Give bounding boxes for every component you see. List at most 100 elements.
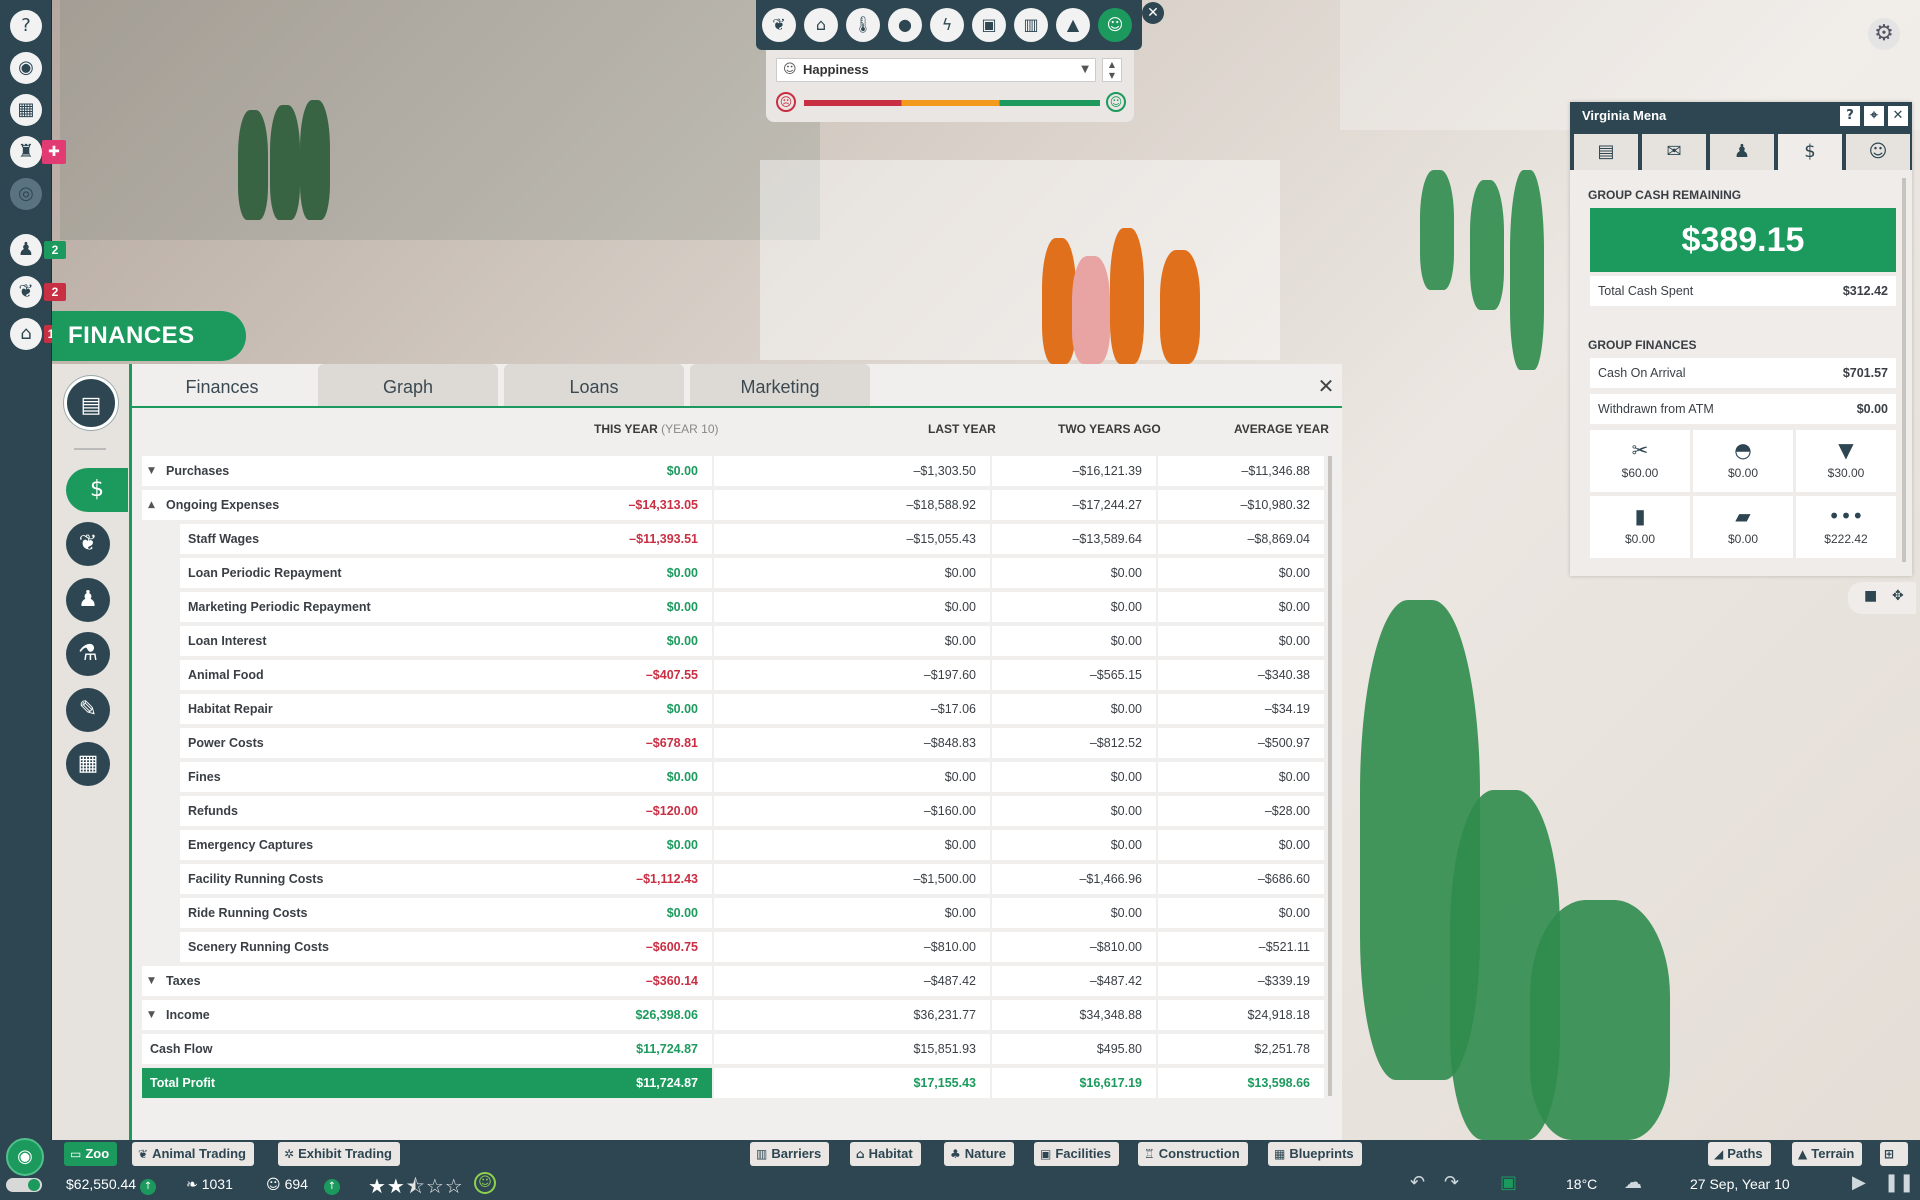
tab-info-clipboard-icon[interactable]: ▤ bbox=[1574, 134, 1638, 170]
help-icon[interactable]: ? bbox=[10, 10, 42, 42]
locate-pin-icon[interactable]: ⌖ bbox=[1864, 106, 1884, 126]
overlay-close-icon[interactable]: ✕ bbox=[1142, 2, 1164, 24]
calendar-icon[interactable]: ▦ bbox=[10, 94, 42, 126]
facility-icon[interactable]: ▣ bbox=[972, 8, 1006, 42]
construction-label: Construction bbox=[1158, 1146, 1240, 1161]
two-years-ago-value: $0.00 bbox=[992, 898, 1156, 928]
construction-tab[interactable]: ♖ Construction bbox=[1138, 1142, 1248, 1166]
help-icon[interactable]: ? bbox=[1840, 106, 1860, 126]
total-spent-row: Total Cash Spent $312.42 bbox=[1590, 276, 1896, 306]
blueprints-tab[interactable]: ▦ Blueprints bbox=[1268, 1142, 1362, 1166]
paths-tab[interactable]: ◢ Paths bbox=[1708, 1142, 1771, 1166]
wrench-icon[interactable]: ✎ bbox=[66, 688, 110, 732]
education-icon[interactable]: ▲ bbox=[1056, 8, 1090, 42]
eye-icon[interactable]: ◎ bbox=[10, 178, 42, 210]
finances-icon[interactable]: $ bbox=[66, 468, 128, 512]
table-row: Loan Interest $0.00 $0.00 $0.00 $0.00 bbox=[142, 624, 1324, 658]
camera-icon[interactable]: ■ bbox=[1864, 588, 1877, 604]
shelter-icon[interactable]: ⌂ bbox=[804, 8, 838, 42]
table-row: Loan Periodic Repayment $0.00 $0.00 $0.00… bbox=[142, 556, 1324, 590]
gift-icon[interactable]: ✚ bbox=[42, 140, 66, 164]
thermometer-icon[interactable]: 🌡 bbox=[846, 8, 880, 42]
this-year-value: $26,398.06 bbox=[635, 1008, 698, 1022]
average-year-value: –$340.38 bbox=[1158, 660, 1324, 690]
exhibit-trading-tab[interactable]: ✲ Exhibit Trading bbox=[278, 1142, 400, 1166]
trophy-icon[interactable]: ♜ bbox=[10, 136, 42, 168]
overlay-dropdown[interactable]: ☺ Happiness ▼ bbox=[776, 58, 1096, 82]
grid-tab[interactable]: ⊞ bbox=[1880, 1142, 1908, 1166]
tab-thoughts-icon[interactable]: ✉ bbox=[1642, 134, 1706, 170]
spend-value: $222.42 bbox=[1824, 532, 1868, 546]
lightning-icon[interactable]: ϟ bbox=[930, 8, 964, 42]
pause-icon[interactable]: ❚❚ bbox=[1884, 1172, 1914, 1193]
table-row[interactable]: ▼ Income $26,398.06 $36,231.77 $34,348.88 … bbox=[142, 998, 1324, 1032]
facilities-tab[interactable]: ▣ Facilities bbox=[1034, 1142, 1119, 1166]
animal-alert-icon[interactable]: ❦ bbox=[10, 276, 42, 308]
animal-trading-tab[interactable]: ❦ Animal Trading bbox=[132, 1142, 254, 1166]
habitat-alert-icon[interactable]: ⌂ bbox=[10, 318, 42, 350]
last-year-value: $0.00 bbox=[714, 898, 990, 928]
paw-icon[interactable]: ❦ bbox=[762, 8, 796, 42]
spend-value: $30.00 bbox=[1827, 466, 1865, 480]
last-year-value: –$160.00 bbox=[714, 796, 990, 826]
overlay-stepper[interactable]: ▲ ▼ bbox=[1102, 58, 1122, 82]
cash-on-arrival-label: Cash On Arrival bbox=[1598, 366, 1686, 380]
table-row[interactable]: ▼ Purchases $0.00 –$1,303.50 –$16,121.39 –… bbox=[142, 454, 1324, 488]
tab-money-icon[interactable]: $ bbox=[1778, 134, 1842, 170]
tab-person-icon[interactable]: ♟ bbox=[1710, 134, 1774, 170]
guest-group-selected[interactable] bbox=[1110, 228, 1144, 364]
expand-arrow-icon[interactable]: ▼ bbox=[148, 456, 155, 486]
tab-group-icon[interactable]: ☺ bbox=[1846, 134, 1910, 170]
star-icon: ★★ bbox=[368, 1174, 406, 1198]
guests-icon[interactable]: ☺ bbox=[1098, 8, 1132, 42]
animal-overview-icon[interactable]: ◉ bbox=[10, 52, 42, 84]
money-display[interactable]: $62,550.44 ↑ bbox=[66, 1174, 157, 1195]
ui-toggle[interactable] bbox=[6, 1178, 42, 1192]
move-icon[interactable]: ✥ bbox=[1892, 588, 1904, 604]
settings-gear-icon[interactable]: ⚙ bbox=[1868, 18, 1900, 50]
redo-icon[interactable]: ↷ bbox=[1444, 1172, 1459, 1193]
guest-count-display[interactable]: ☺ 694 ↑ bbox=[266, 1174, 340, 1195]
guest-panel-scrollbar[interactable] bbox=[1902, 178, 1906, 562]
tab-marketing[interactable]: Marketing bbox=[690, 364, 870, 406]
play-speed-icon[interactable]: ▶ bbox=[1852, 1172, 1866, 1193]
barriers-tab[interactable]: ▥ Barriers bbox=[750, 1142, 830, 1166]
terrain-tab[interactable]: ▲ Terrain bbox=[1792, 1142, 1863, 1166]
staff-icon[interactable]: ♟ bbox=[66, 578, 110, 622]
expand-arrow-icon[interactable]: ▼ bbox=[148, 966, 155, 996]
close-icon[interactable]: ✕ bbox=[1888, 106, 1908, 126]
table-row[interactable]: ▼ Taxes –$360.14 –$487.42 –$487.42 –$339.1… bbox=[142, 964, 1324, 998]
zoo-tab[interactable]: ▭ Zoo bbox=[64, 1142, 118, 1166]
guest-group-selected[interactable] bbox=[1160, 250, 1200, 364]
clipboard-icon[interactable]: ▤ bbox=[64, 376, 118, 430]
collapse-arrow-icon[interactable]: ▲ bbox=[148, 490, 155, 520]
undo-icon[interactable]: ↶ bbox=[1410, 1172, 1425, 1193]
tab-loans[interactable]: Loans bbox=[504, 364, 684, 406]
last-year-value: –$487.42 bbox=[714, 966, 990, 996]
selected-guest[interactable] bbox=[1072, 256, 1110, 364]
zoo-logo-icon[interactable]: ◉ bbox=[6, 1138, 44, 1176]
guest-group-selected[interactable] bbox=[1042, 238, 1076, 364]
this-year-value: $0.00 bbox=[666, 702, 698, 716]
animals-icon[interactable]: ❦ bbox=[66, 522, 110, 566]
tab-graph[interactable]: Graph bbox=[318, 364, 498, 406]
building-icon[interactable]: ▥ bbox=[1014, 8, 1048, 42]
conservation-display[interactable]: ❧ 1031 bbox=[186, 1174, 233, 1195]
guest-figure bbox=[270, 105, 300, 220]
photo-mode-icon[interactable]: ▣ bbox=[1500, 1172, 1517, 1193]
shop-icon[interactable]: ▦ bbox=[66, 742, 110, 786]
close-icon[interactable]: ✕ bbox=[1316, 376, 1336, 396]
research-icon[interactable]: ⚗ bbox=[66, 632, 110, 676]
table-row[interactable]: ▲ Ongoing Expenses –$14,313.05 –$18,588.92… bbox=[142, 488, 1324, 522]
column-header-average-year: AVERAGE YEAR bbox=[1234, 422, 1329, 436]
happiness-face-icon[interactable]: ☺ bbox=[474, 1172, 496, 1194]
expand-arrow-icon[interactable]: ▼ bbox=[148, 1000, 155, 1030]
staff-alert-icon[interactable]: ♟ bbox=[10, 234, 42, 266]
habitat-tab[interactable]: ⌂ Habitat bbox=[850, 1142, 921, 1166]
this-year-value: $0.00 bbox=[666, 566, 698, 580]
table-scrollbar[interactable] bbox=[1328, 456, 1332, 1096]
nature-tab[interactable]: ♣ Nature bbox=[944, 1142, 1014, 1166]
tab-finances[interactable]: Finances bbox=[132, 364, 312, 406]
water-drop-icon[interactable]: ● bbox=[888, 8, 922, 42]
zoo-rating-stars[interactable]: ★★⯪☆☆ bbox=[368, 1172, 464, 1200]
